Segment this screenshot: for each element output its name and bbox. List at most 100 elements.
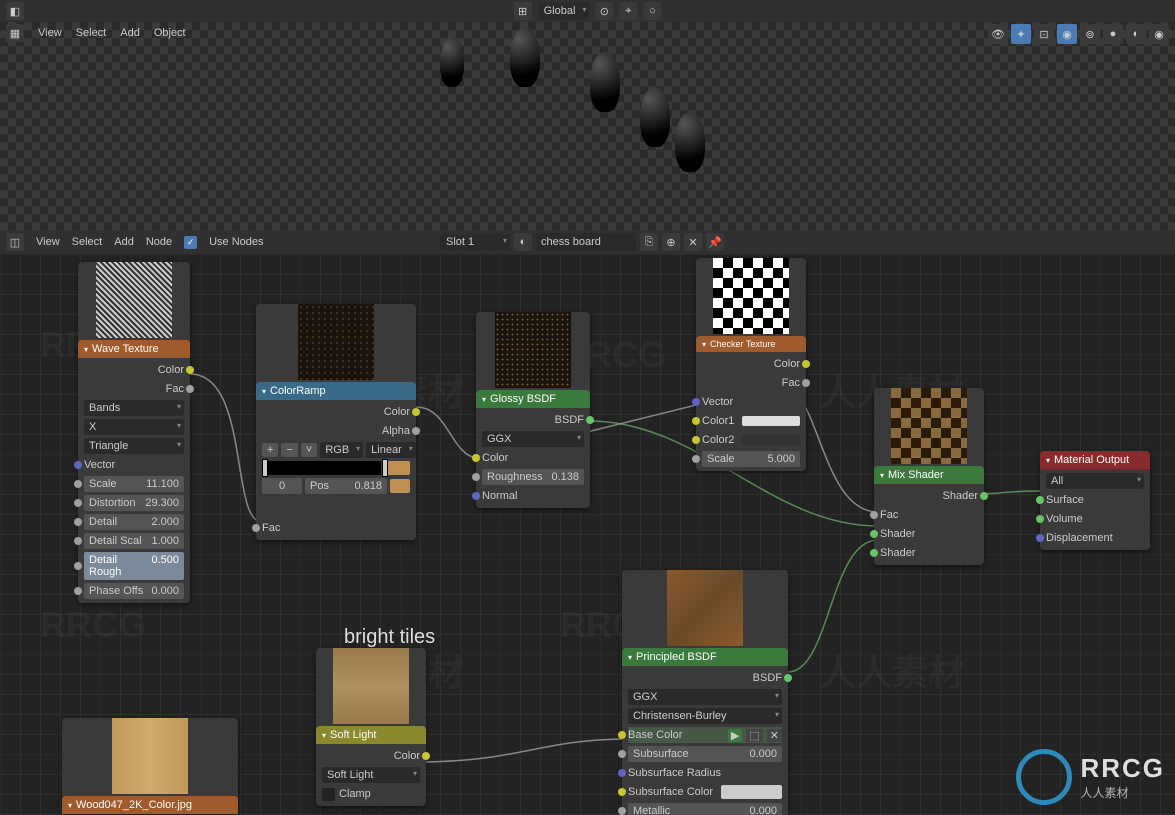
detail-scale-field[interactable]: Detail Scal1.000 <box>84 533 184 549</box>
shading-solid-icon[interactable]: ● <box>1103 24 1123 44</box>
node-wave-texture[interactable]: Wave Texture Color Fac Bands X Triangle … <box>78 262 190 603</box>
viewport-top-header: ◧ ⊞ Global ⊙ ⌖ ○ <box>0 0 1175 22</box>
orientation-icon[interactable]: ⊞ <box>514 2 532 20</box>
pivot-icon[interactable]: ⊙ <box>595 2 613 20</box>
ramp-add-button[interactable]: + <box>262 443 278 457</box>
blend-select[interactable]: Soft Light <box>322 767 420 783</box>
output-target-select[interactable]: All <box>1046 473 1144 489</box>
pin-icon[interactable]: 📌 <box>706 233 724 251</box>
material-name-input[interactable] <box>536 233 636 251</box>
node-header-bar[interactable]: Wave Texture <box>78 340 190 358</box>
unlink-icon[interactable]: ✕ <box>684 233 702 251</box>
sss-select[interactable]: Christensen-Burley <box>628 708 782 724</box>
node-header-bar[interactable]: Wood047_2K_Color.jpg <box>62 796 238 814</box>
slot-dropdown[interactable]: Slot 1 <box>440 234 510 250</box>
socket-label: Shader <box>880 528 915 540</box>
color1-swatch[interactable] <box>742 416 800 426</box>
material-browse-icon[interactable]: ◐ <box>514 233 532 251</box>
node-image-texture[interactable]: Wood047_2K_Color.jpg <box>62 718 238 814</box>
node-editor-canvas[interactable]: RRCG 人人素材 RRCG 人人素材 RRCG 人人素材 RRCG 人人素材 … <box>0 254 1175 815</box>
node-header-bar[interactable]: Glossy BSDF <box>476 390 590 408</box>
node-glossy-bsdf[interactable]: Glossy BSDF BSDF GGX Color Roughness0.13… <box>476 312 590 508</box>
node-header-bar[interactable]: Soft Light <box>316 726 426 744</box>
detail-rough-field[interactable]: Detail Rough0.500 <box>84 552 184 580</box>
ramp-index[interactable]: 0 <box>262 478 302 494</box>
node-header-bar[interactable]: Checker Texture <box>696 336 806 352</box>
menu-select[interactable]: Select <box>72 236 103 248</box>
distortion-field[interactable]: Distortion29.300 <box>84 495 184 511</box>
checker-scale-field[interactable]: Scale5.000 <box>702 451 800 467</box>
wave-profile-select[interactable]: Triangle <box>84 438 184 454</box>
metallic-field[interactable]: Metallic0.000 <box>628 803 782 815</box>
node-header-bar[interactable]: ColorRamp <box>256 382 416 400</box>
node-principled-bsdf[interactable]: Principled BSDF BSDF GGX Christensen-Bur… <box>622 570 788 815</box>
ramp-tools-button[interactable]: ˅ <box>301 443 317 457</box>
shading-render-icon[interactable]: ◉ <box>1149 24 1169 44</box>
selectability-icon[interactable]: 👁 <box>988 24 1008 44</box>
editor-type-icon[interactable]: ◧ <box>6 2 24 20</box>
socket-label: Fac <box>782 377 800 389</box>
duplicate-icon[interactable]: ⊕ <box>662 233 680 251</box>
node-softlight[interactable]: Soft Light Color Soft Light Clamp <box>316 648 426 806</box>
color2-swatch[interactable] <box>742 435 800 445</box>
ramp-interp-select[interactable]: Linear <box>366 442 416 458</box>
menu-select[interactable]: Select <box>76 27 107 39</box>
misc-btn[interactable]: ⬚ <box>746 729 762 742</box>
snap-icon[interactable]: ⌖ <box>619 2 637 20</box>
viewport-menu: ▦ View Select Add Object <box>0 22 192 44</box>
menu-view[interactable]: View <box>36 236 60 248</box>
use-nodes-checkbox[interactable]: ✓ <box>184 236 197 249</box>
proportional-icon[interactable]: ○ <box>643 2 661 20</box>
socket-label: Color <box>384 406 410 418</box>
node-header-bar[interactable]: Material Output <box>1040 451 1150 469</box>
menu-add[interactable]: Add <box>120 27 140 39</box>
orientation-dropdown[interactable]: Global <box>538 3 590 19</box>
subsurface-field[interactable]: Subsurface0.000 <box>628 746 782 762</box>
node-color-ramp[interactable]: ColorRamp Color Alpha + − ˅ RGB Linear 0… <box>256 304 416 540</box>
ramp-gradient[interactable] <box>262 461 410 475</box>
node-checker-texture[interactable]: Checker Texture Color Fac Vector Color1 … <box>696 258 806 471</box>
new-material-icon[interactable]: ⎘ <box>640 233 658 251</box>
ramp-pos-field[interactable]: Pos0.818 <box>305 478 387 494</box>
menu-add[interactable]: Add <box>114 236 134 248</box>
xray-icon[interactable]: ◉ <box>1057 24 1077 44</box>
node-mix-shader[interactable]: Mix Shader Shader Fac Shader Shader <box>874 388 984 565</box>
shading-wire-icon[interactable]: ⊚ <box>1080 24 1100 44</box>
clamp-checkbox[interactable] <box>322 788 335 801</box>
shading-matprev-icon[interactable]: ◐ <box>1126 24 1146 44</box>
menu-view[interactable]: View <box>38 27 62 39</box>
socket-label: Color <box>482 452 508 464</box>
editor-type-icon[interactable]: ◫ <box>6 233 24 251</box>
socket-label: BSDF <box>753 672 782 684</box>
detail-field[interactable]: Detail2.000 <box>84 514 184 530</box>
play-btn[interactable]: ▶ <box>728 729 742 742</box>
socket-label: Alpha <box>382 425 410 437</box>
ramp-remove-button[interactable]: − <box>281 443 297 457</box>
node-preview <box>713 258 789 334</box>
close-btn[interactable]: ✕ <box>767 729 782 742</box>
node-header-bar[interactable]: Mix Shader <box>874 466 984 484</box>
phase-field[interactable]: Phase Offs0.000 <box>84 583 184 599</box>
wave-type-select[interactable]: Bands <box>84 400 184 416</box>
menu-object[interactable]: Object <box>154 27 186 39</box>
dist-select[interactable]: GGX <box>628 689 782 705</box>
node-preview <box>298 304 374 380</box>
socket-label: Base Color <box>628 729 682 741</box>
overlay-icon[interactable]: ⊡ <box>1034 24 1054 44</box>
socket-label: Volume <box>1046 513 1083 525</box>
scale-field[interactable]: Scale11.100 <box>84 476 184 492</box>
gizmo-icon[interactable]: ✦ <box>1011 24 1031 44</box>
node-preview <box>891 388 967 464</box>
glossy-dist-select[interactable]: GGX <box>482 431 584 447</box>
socket-label: Fac <box>262 522 280 534</box>
wave-direction-select[interactable]: X <box>84 419 184 435</box>
mode-icon[interactable]: ▦ <box>6 24 24 42</box>
node-header-bar[interactable]: Principled BSDF <box>622 648 788 666</box>
ramp-mode-select[interactable]: RGB <box>320 442 363 458</box>
roughness-field[interactable]: Roughness0.138 <box>482 469 584 485</box>
menu-node[interactable]: Node <box>146 236 172 248</box>
viewport-3d[interactable] <box>0 22 1175 230</box>
ramp-color-swatch[interactable] <box>390 479 410 493</box>
node-material-output[interactable]: Material Output All Surface Volume Displ… <box>1040 451 1150 550</box>
subsurface-color-swatch[interactable] <box>721 785 782 799</box>
